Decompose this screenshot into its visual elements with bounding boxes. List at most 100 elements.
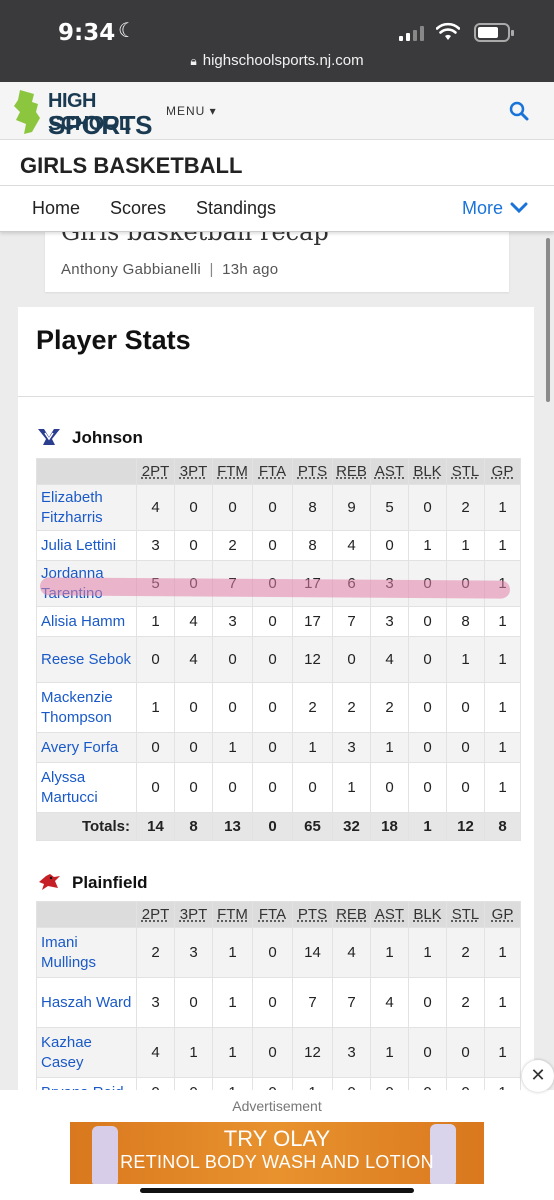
player-name-link[interactable]: Avery Forfa [36,732,137,763]
article-title[interactable]: Girls basketball recap [61,232,329,246]
total-cell-2pt: 14 [136,812,175,841]
column-header-reb[interactable]: REB [332,458,371,485]
stat-cell-ast: 3 [370,560,409,607]
column-header-pts[interactable]: PTS [292,901,333,928]
stat-cell-3pt: 4 [174,606,213,637]
column-header-ftm[interactable]: FTM [212,458,253,485]
table-row: Alyssa Martucci 0 0 0 0 0 1 0 0 0 1 [36,762,521,813]
clock: 9:34 [58,20,116,46]
stat-cell-ast: 5 [370,484,409,531]
stat-cell-reb: 7 [332,606,371,637]
column-header-3pt[interactable]: 3PT [174,901,213,928]
player-name-link[interactable]: Kazhae Casey [36,1027,137,1078]
column-header-label: REB [336,463,367,480]
stat-cell-fta: 0 [252,606,293,637]
player-name-link[interactable]: Alisia Hamm [36,606,137,637]
column-header-gp[interactable]: GP [484,901,521,928]
column-header-ast[interactable]: AST [370,458,409,485]
nav-scores[interactable]: Scores [110,198,166,219]
stat-cell-blk: 0 [408,636,447,683]
player-name-link[interactable]: Reese Sebok [36,636,137,683]
stat-cell-blk: 0 [408,1027,447,1078]
column-header-ftm[interactable]: FTM [212,901,253,928]
totals-row: Totals: 14 8 13 0 65 32 18 1 12 8 [36,812,521,841]
player-name-link[interactable]: Mackenzie Thompson [36,682,137,733]
stat-cell-stl: 0 [446,560,485,607]
stat-cell-stl: 0 [446,1027,485,1078]
stats-table-johnson: 2PT 3PT FTM FTA PTS REB AST BLK STL GP Elizabeth F… [36,458,521,841]
column-header-label: AST [374,463,405,480]
column-header-pts[interactable]: PTS [292,458,333,485]
chevron-down-icon[interactable] [510,201,528,215]
player-name-link[interactable]: Haszah Ward [36,977,137,1028]
menu-button[interactable]: MENU ▾ [166,104,217,118]
column-header-ast[interactable]: AST [370,901,409,928]
page-scrollbar[interactable] [546,238,550,402]
stat-cell-gp: 1 [484,732,521,763]
ad-label: Advertisement [232,1098,322,1114]
column-header-fta[interactable]: FTA [252,901,293,928]
column-header-label: 2PT [141,906,170,923]
address-bar[interactable]: 🔒︎ highschoolsports.nj.com [0,52,554,69]
column-header-gp[interactable]: GP [484,458,521,485]
stat-cell-fta: 0 [252,732,293,763]
stat-cell-2pt: 0 [136,762,175,813]
total-cell-gp: 8 [484,812,521,841]
column-header-stl[interactable]: STL [446,458,485,485]
stat-cell-gp: 1 [484,636,521,683]
table-row: Julia Lettini 3 0 2 0 8 4 0 1 1 1 [36,530,521,561]
nav-standings[interactable]: Standings [196,198,276,219]
stat-cell-stl: 0 [446,762,485,813]
lock-icon: 🔒︎ [190,54,197,68]
stat-cell-pts: 17 [292,606,333,637]
stat-cell-stl: 8 [446,606,485,637]
column-header-reb[interactable]: REB [332,901,371,928]
column-header-blk[interactable]: BLK [408,901,447,928]
player-column-header [36,901,137,928]
column-header-fta[interactable]: FTA [252,458,293,485]
sport-title-bar: GIRLS BASKETBALL [0,140,554,186]
column-header-label: FTA [258,906,287,923]
column-header-2pt[interactable]: 2PT [136,901,175,928]
site-header: HIGH SCHOOL SPORTS MENU ▾ [0,82,554,140]
column-header-label: STL [451,463,480,480]
player-name-link[interactable]: Imani Mullings [36,927,137,978]
stats-table-plainfield: 2PT 3PT FTM FTA PTS REB AST BLK STL GP Imani Mulli… [36,901,521,1097]
column-header-label: FTM [217,906,248,923]
total-cell-fta: 0 [252,812,293,841]
stat-cell-2pt: 3 [136,530,175,561]
stat-cell-3pt: 0 [174,682,213,733]
site-logo[interactable]: HIGH SCHOOL SPORTS [10,88,152,140]
stat-cell-ast: 0 [370,530,409,561]
column-header-3pt[interactable]: 3PT [174,458,213,485]
stat-cell-2pt: 4 [136,1027,175,1078]
stat-cell-reb: 1 [332,762,371,813]
stat-cell-pts: 12 [292,1027,333,1078]
nav-home[interactable]: Home [32,198,80,219]
column-header-label: REB [336,906,367,923]
column-header-label: FTA [258,463,287,480]
search-icon[interactable] [508,100,530,122]
player-name-link[interactable]: Elizabeth Fitzharris [36,484,137,531]
stat-cell-ftm: 3 [212,606,253,637]
player-name-link[interactable]: Julia Lettini [36,530,137,561]
close-ad-button[interactable]: ✕ [522,1060,554,1092]
column-header-label: FTM [217,463,248,480]
stat-cell-pts: 17 [292,560,333,607]
stat-cell-ast: 4 [370,977,409,1028]
stat-cell-ast: 1 [370,732,409,763]
column-header-blk[interactable]: BLK [408,458,447,485]
stat-cell-pts: 7 [292,977,333,1028]
article-card[interactable]: Girls basketball recap Anthony Gabbianel… [45,232,509,292]
player-name-link[interactable]: Jordanna Tarentino [36,560,137,607]
nav-more[interactable]: More [462,198,503,219]
stat-cell-2pt: 1 [136,682,175,733]
player-name-link[interactable]: Alyssa Martucci [36,762,137,813]
column-header-stl[interactable]: STL [446,901,485,928]
ad-banner[interactable]: TRY OLAY RETINOL BODY WASH AND LOTION [70,1122,484,1184]
cellular-signal-icon [399,25,424,41]
column-header-label: PTS [297,906,328,923]
column-header-2pt[interactable]: 2PT [136,458,175,485]
stat-cell-stl: 2 [446,927,485,978]
table-row: Kazhae Casey 4 1 1 0 12 3 1 0 0 1 [36,1027,521,1078]
